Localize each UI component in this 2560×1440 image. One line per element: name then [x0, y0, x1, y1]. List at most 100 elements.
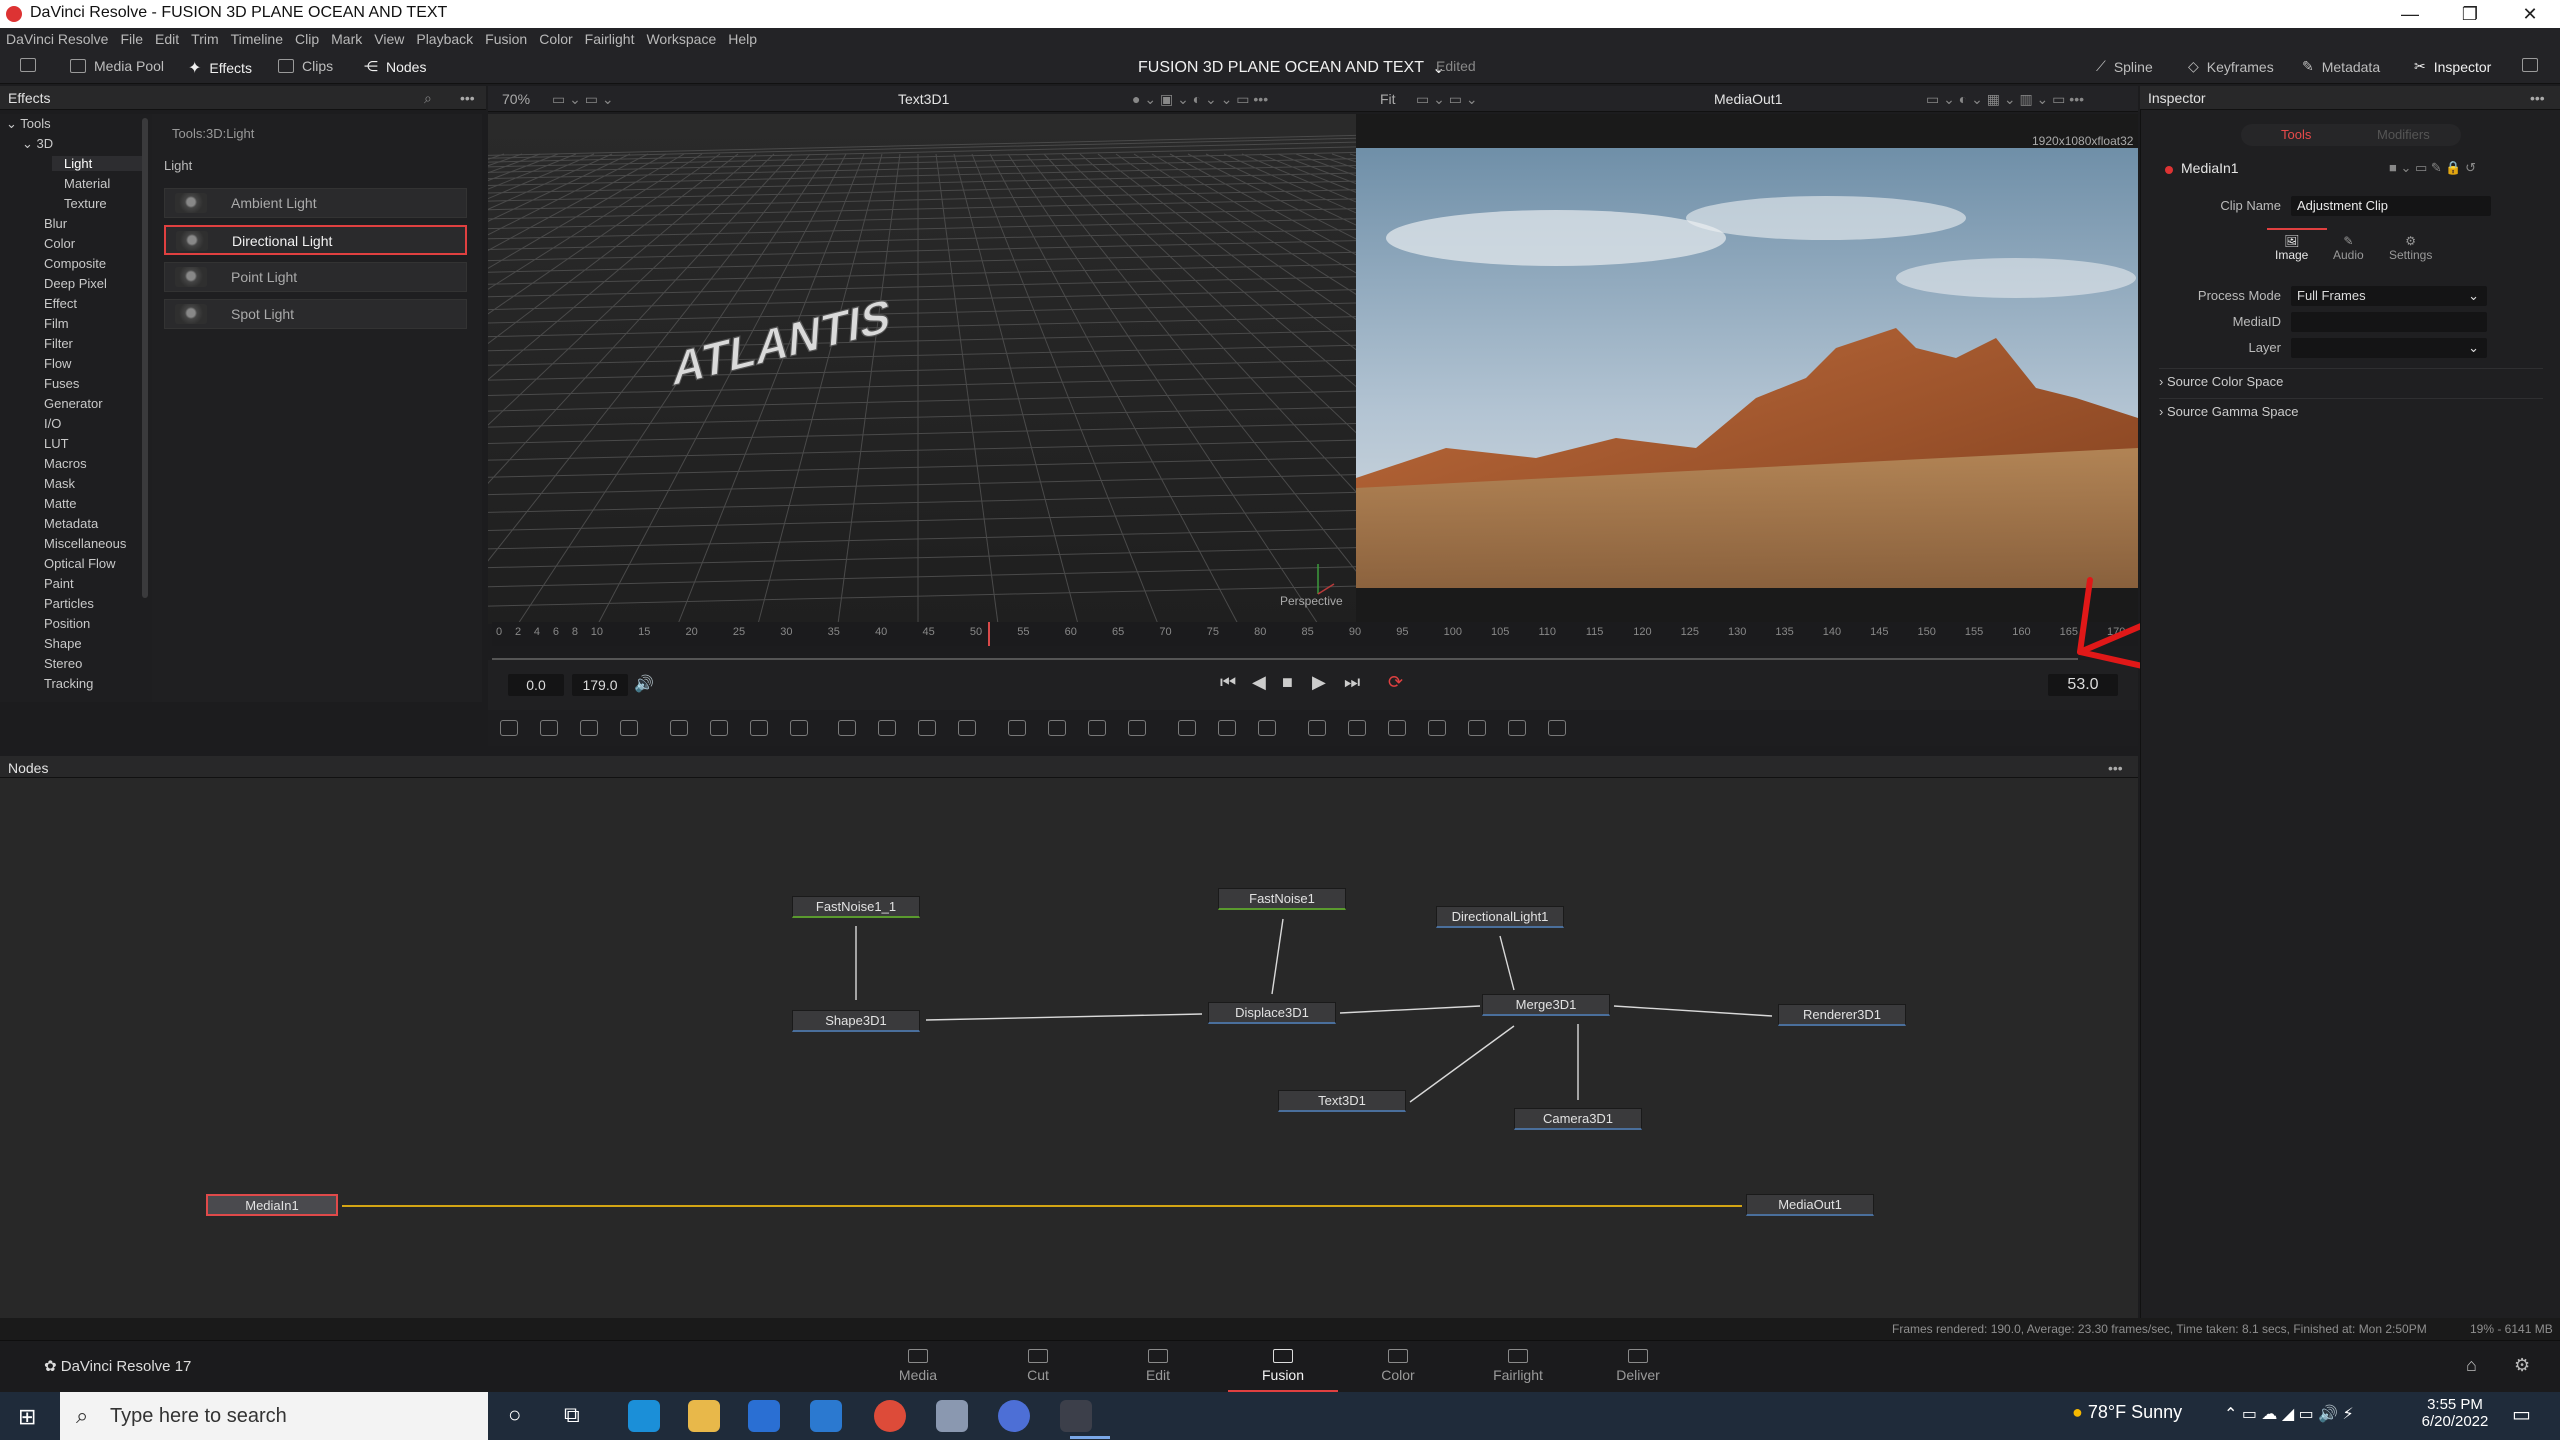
- tree-film[interactable]: Film: [44, 316, 69, 331]
- skip-to-end-icon[interactable]: ⏭: [1344, 672, 1360, 693]
- menu-davinci-resolve[interactable]: DaVinci Resolve: [6, 31, 108, 47]
- home-icon[interactable]: ⌂: [2466, 1355, 2477, 1376]
- fusion-tool-icon[interactable]: [1048, 720, 1066, 736]
- page-fusion[interactable]: Fusion: [1228, 1349, 1338, 1393]
- stop-icon[interactable]: ■: [1282, 672, 1293, 693]
- tab-modifiers[interactable]: Modifiers: [2377, 127, 2430, 142]
- fusion-tool-icon[interactable]: [1088, 720, 1106, 736]
- keyframes-button[interactable]: ◇ Keyframes: [2188, 58, 2274, 75]
- menu-fairlight[interactable]: Fairlight: [585, 31, 635, 47]
- tree-fuses[interactable]: Fuses: [44, 376, 79, 391]
- page-media[interactable]: Media: [868, 1349, 968, 1383]
- tree-paint[interactable]: Paint: [44, 576, 74, 591]
- tab-tools[interactable]: Tools: [2281, 127, 2311, 142]
- tree-filter[interactable]: Filter: [44, 336, 73, 351]
- tree-flow[interactable]: Flow: [44, 356, 71, 371]
- spline-button[interactable]: ⟋ Spline: [2096, 58, 2153, 75]
- node-directionallight1[interactable]: DirectionalLight1: [1436, 906, 1564, 928]
- timeline-ruler[interactable]: 0 2 4 6 8 10 15 20 25 30 35 40 45 50 55 60 65 70 75 80 85 90 9…: [492, 622, 2138, 646]
- tree-light[interactable]: Light: [52, 156, 148, 171]
- viewer-options-icon[interactable]: ▭ ⌄ ▭ ⌄: [552, 86, 614, 112]
- app-icon[interactable]: [936, 1400, 968, 1432]
- taskbar-search[interactable]: ⌕ Type here to search: [60, 1392, 488, 1440]
- mediaid-field[interactable]: [2291, 312, 2487, 332]
- fusion-tool-icon[interactable]: [1128, 720, 1146, 736]
- playhead[interactable]: [988, 622, 990, 646]
- tree-tools[interactable]: ⌄ Tools: [6, 116, 51, 132]
- tool-ambient-light[interactable]: Ambient Light: [164, 188, 467, 218]
- inspector-node-controls-icon[interactable]: ■ ⌄ ▭ ✎ 🔒 ↺: [2389, 160, 2476, 176]
- project-title[interactable]: FUSION 3D PLANE OCEAN AND TEXT ⌄: [1138, 58, 1445, 78]
- section-source-gamma-space[interactable]: › Source Gamma Space: [2159, 398, 2543, 424]
- loop-icon[interactable]: ⟳: [1388, 672, 1403, 693]
- node-fastnoise1-1[interactable]: FastNoise1_1: [792, 896, 920, 918]
- fusion-tool-icon[interactable]: [1308, 720, 1326, 736]
- maximize-button[interactable]: ❐: [2440, 0, 2500, 28]
- tree-mask[interactable]: Mask: [44, 476, 75, 491]
- audio-speaker-icon[interactable]: 🔊: [634, 674, 654, 694]
- viewer-options-icon[interactable]: ▭ ⌄ ▭ ⌄: [1416, 86, 1478, 112]
- tree-composite[interactable]: Composite: [44, 256, 106, 271]
- play-icon[interactable]: ▶: [1312, 672, 1326, 693]
- menu-help[interactable]: Help: [728, 31, 757, 47]
- right-viewer[interactable]: 1920x1080xfloat32: [1356, 114, 2138, 624]
- start-frame-field[interactable]: 0.0: [508, 674, 564, 696]
- inspector-button[interactable]: ✂ Inspector: [2414, 58, 2491, 75]
- end-frame-field[interactable]: 179.0: [572, 674, 628, 696]
- play-reverse-icon[interactable]: ◀: [1252, 672, 1266, 693]
- menu-playback[interactable]: Playback: [416, 31, 473, 47]
- page-color[interactable]: Color: [1348, 1349, 1448, 1383]
- fusion-tool-icon[interactable]: [670, 720, 688, 736]
- page-edit[interactable]: Edit: [1108, 1349, 1208, 1383]
- clips-button[interactable]: Clips: [278, 58, 333, 74]
- fusion-tool-icon[interactable]: [500, 720, 518, 736]
- tree-shape[interactable]: Shape: [44, 636, 82, 651]
- tree-scrollbar[interactable]: [142, 118, 148, 598]
- panel-toggle-icon[interactable]: [20, 58, 36, 72]
- chrome-icon[interactable]: [874, 1400, 906, 1432]
- tree-stereo[interactable]: Stereo: [44, 656, 82, 671]
- node-text3d1[interactable]: Text3D1: [1278, 1090, 1406, 1112]
- weather-widget[interactable]: ● 78°F Sunny: [2072, 1402, 2182, 1423]
- page-fairlight[interactable]: Fairlight: [1468, 1349, 1568, 1383]
- left-viewer-zoom[interactable]: 70%: [502, 86, 530, 112]
- menu-view[interactable]: View: [374, 31, 404, 47]
- viewer-controls-icon[interactable]: ▭ ⌄ ◐ ⌄ ▦ ⌄ ▥ ⌄ ▭ •••: [1926, 86, 2084, 112]
- close-button[interactable]: ✕: [2500, 0, 2560, 28]
- tree-3d[interactable]: ⌄ 3D: [22, 136, 53, 152]
- tree-optical-flow[interactable]: Optical Flow: [44, 556, 116, 571]
- tree-texture[interactable]: Texture: [64, 196, 107, 211]
- mail-icon[interactable]: [810, 1400, 842, 1432]
- process-mode-select[interactable]: Full Frames ⌄: [2291, 286, 2487, 306]
- fusion-tool-icon[interactable]: [878, 720, 896, 736]
- davinci-taskbar-icon[interactable]: [1060, 1400, 1092, 1432]
- tree-blur[interactable]: Blur: [44, 216, 67, 231]
- menu-timeline[interactable]: Timeline: [231, 31, 283, 47]
- node-displace3d1[interactable]: Displace3D1: [1208, 1002, 1336, 1024]
- subtab-audio[interactable]: ✎ Audio: [2333, 234, 2364, 262]
- fusion-tool-icon[interactable]: [540, 720, 558, 736]
- node-editor[interactable]: FastNoise1_1 FastNoise1 DirectionalLight…: [0, 778, 2138, 1318]
- tree-miscellaneous[interactable]: Miscellaneous: [44, 536, 126, 551]
- tool-directional-light[interactable]: Directional Light: [164, 225, 467, 255]
- fusion-tool-icon[interactable]: [1258, 720, 1276, 736]
- fusion-tool-icon[interactable]: [1548, 720, 1566, 736]
- tree-particles[interactable]: Particles: [44, 596, 94, 611]
- left-viewer-3d[interactable]: ATLANTIS Perspective: [0, 114, 2560, 625]
- task-view-icon[interactable]: ⧉: [564, 1402, 580, 1428]
- settings-gear-icon[interactable]: ⚙: [2514, 1355, 2530, 1376]
- viewer-controls-icon[interactable]: ● ⌄ ▣ ⌄ ◐ ⌄ ⌄ ▭ •••: [1132, 86, 1268, 112]
- node-merge3d1[interactable]: Merge3D1: [1482, 994, 1610, 1016]
- menu-fusion[interactable]: Fusion: [485, 31, 527, 47]
- system-tray-icons[interactable]: ⌃ ▭ ☁ ◢ ▭ 🔊 ⚡: [2224, 1404, 2354, 1424]
- store-icon[interactable]: [748, 1400, 780, 1432]
- obs-icon[interactable]: [998, 1400, 1030, 1432]
- fusion-tool-icon[interactable]: [958, 720, 976, 736]
- menu-edit[interactable]: Edit: [155, 31, 179, 47]
- effects-button[interactable]: ✦ Effects: [188, 58, 252, 78]
- fusion-tool-icon[interactable]: [838, 720, 856, 736]
- section-source-color-space[interactable]: › Source Color Space: [2159, 368, 2543, 394]
- page-deliver[interactable]: Deliver: [1588, 1349, 1688, 1383]
- tree-tracking[interactable]: Tracking: [44, 676, 93, 691]
- skip-to-start-icon[interactable]: ⏮: [1220, 672, 1236, 693]
